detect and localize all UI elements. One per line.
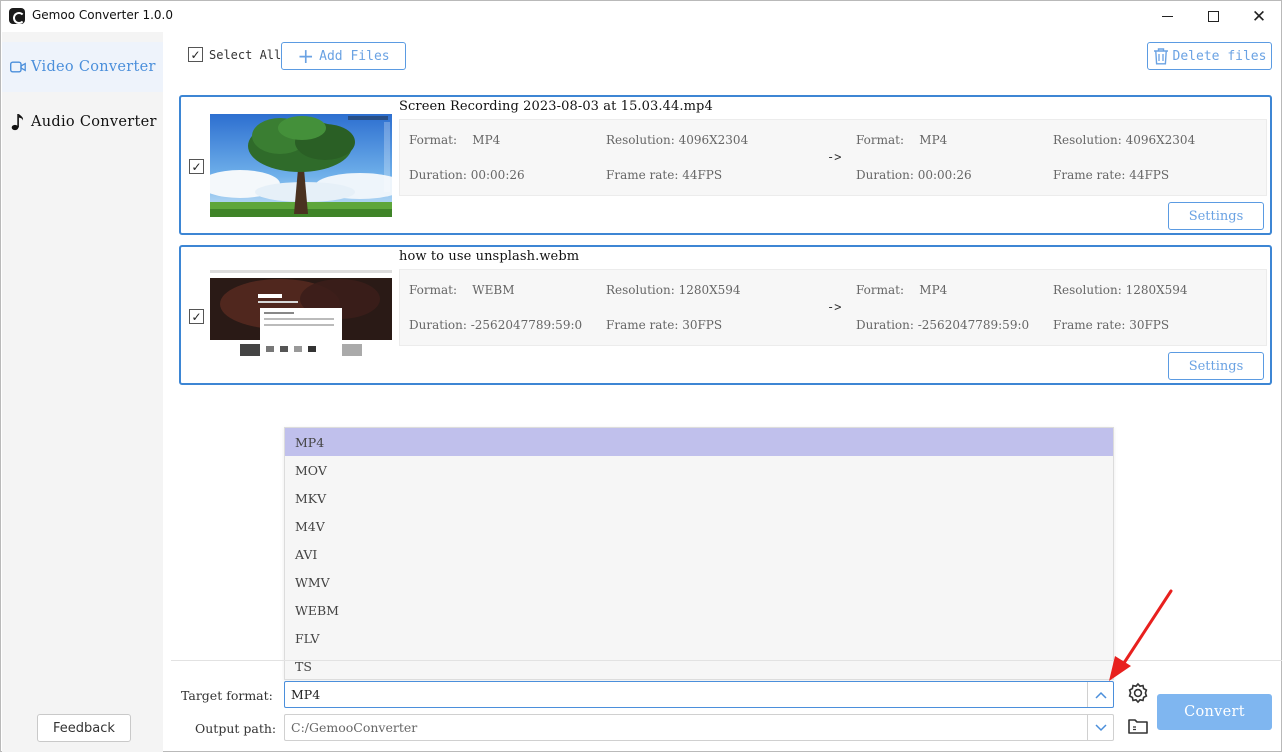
delete-files-label: Delete files bbox=[1172, 48, 1267, 64]
output-path-select[interactable]: C:/GemooConverter bbox=[284, 714, 1114, 741]
dropdown-option-flv[interactable]: FLV bbox=[285, 624, 1113, 652]
file-name: how to use unsplash.webm bbox=[399, 249, 580, 264]
app-window: Gemoo Converter 1.0.0 ✕ Video Converter … bbox=[0, 0, 1282, 752]
close-button[interactable]: ✕ bbox=[1236, 1, 1282, 32]
sidebar-item-label: Audio Converter bbox=[31, 114, 157, 130]
app-title: Gemoo Converter 1.0.0 bbox=[32, 8, 173, 22]
sidebar-item-audio-converter[interactable]: Audio Converter bbox=[2, 97, 163, 147]
open-folder-button[interactable] bbox=[1125, 715, 1151, 741]
feedback-button[interactable]: Feedback bbox=[37, 714, 131, 742]
target-duration: Duration: -2562047789:59:0 bbox=[856, 318, 1030, 332]
sidebar-item-label: Video Converter bbox=[31, 59, 156, 75]
maximize-icon bbox=[1207, 11, 1219, 22]
delete-files-button[interactable]: Delete files bbox=[1147, 42, 1272, 70]
source-format: Format: WEBM bbox=[409, 283, 515, 297]
select-all-checkbox[interactable]: ✓ Select All bbox=[188, 47, 281, 62]
format-dropdown-list: MP4 MOV MKV M4V AVI WMV WEBM FLV TS bbox=[284, 427, 1114, 680]
video-camera-icon bbox=[10, 59, 26, 75]
dropdown-option-ts[interactable]: TS bbox=[285, 652, 1113, 680]
target-format-value: MP4 bbox=[291, 687, 321, 702]
convert-button[interactable]: Convert bbox=[1157, 694, 1272, 730]
target-format-select[interactable]: MP4 bbox=[284, 681, 1114, 708]
file-info-panel: Format: MP4 Resolution: 4096X2304 Durati… bbox=[399, 119, 1267, 196]
source-resolution: Resolution: 4096X2304 bbox=[606, 133, 749, 147]
minimize-button[interactable] bbox=[1144, 1, 1190, 32]
file-info-panel: Format: WEBM Resolution: 1280X594 Durati… bbox=[399, 269, 1267, 346]
close-icon: ✕ bbox=[1251, 6, 1267, 27]
file-card: ✓ Screen Recording 2023-08-03 at 15.03.4… bbox=[179, 95, 1272, 235]
dropdown-option-wmv[interactable]: WMV bbox=[285, 568, 1113, 596]
source-frame-rate: Frame rate: 44FPS bbox=[606, 168, 723, 182]
dropdown-option-mov[interactable]: MOV bbox=[285, 456, 1113, 484]
target-duration: Duration: 00:00:26 bbox=[856, 168, 972, 182]
dropdown-option-m4v[interactable]: M4V bbox=[285, 512, 1113, 540]
conversion-arrow: -> bbox=[827, 300, 842, 314]
maximize-button[interactable] bbox=[1190, 1, 1236, 32]
target-frame-rate: Frame rate: 30FPS bbox=[1053, 318, 1170, 332]
settings-button[interactable]: Settings bbox=[1168, 352, 1264, 380]
dropdown-option-mp4[interactable]: MP4 bbox=[285, 428, 1113, 456]
source-duration: Duration: -2562047789:59:0 bbox=[409, 318, 583, 332]
dropdown-option-webm[interactable]: WEBM bbox=[285, 596, 1113, 624]
chevron-down-icon[interactable] bbox=[1087, 715, 1113, 740]
video-thumbnail bbox=[210, 114, 392, 217]
target-format-label: Target format: bbox=[181, 688, 273, 703]
plus-icon: + bbox=[297, 44, 315, 68]
app-logo-icon bbox=[9, 8, 25, 24]
conversion-arrow: -> bbox=[827, 150, 842, 164]
target-resolution: Resolution: 4096X2304 bbox=[1053, 133, 1196, 147]
folder-icon bbox=[1127, 716, 1149, 740]
trash-icon bbox=[1153, 47, 1169, 65]
file-card: ✓ how to use unsplash.webm Format: WEBM … bbox=[179, 245, 1272, 385]
sidebar-item-video-converter[interactable]: Video Converter bbox=[2, 42, 163, 92]
select-all-label: Select All bbox=[209, 47, 282, 62]
settings-button[interactable]: Settings bbox=[1168, 202, 1264, 230]
title-bar: Gemoo Converter 1.0.0 ✕ bbox=[1, 1, 1281, 32]
dropdown-option-mkv[interactable]: MKV bbox=[285, 484, 1113, 512]
file-checkbox[interactable]: ✓ bbox=[189, 309, 204, 324]
output-path-value: C:/GemooConverter bbox=[291, 720, 418, 735]
target-format: Format: MP4 bbox=[856, 133, 948, 147]
source-duration: Duration: 00:00:26 bbox=[409, 168, 525, 182]
add-files-button[interactable]: + Add Files bbox=[281, 42, 406, 70]
source-resolution: Resolution: 1280X594 bbox=[606, 283, 741, 297]
target-resolution: Resolution: 1280X594 bbox=[1053, 283, 1188, 297]
minimize-icon bbox=[1161, 16, 1173, 17]
source-frame-rate: Frame rate: 30FPS bbox=[606, 318, 723, 332]
video-thumbnail bbox=[210, 264, 392, 367]
source-format: Format: MP4 bbox=[409, 133, 501, 147]
add-files-label: Add Files bbox=[319, 48, 390, 64]
target-frame-rate: Frame rate: 44FPS bbox=[1053, 168, 1170, 182]
music-note-icon bbox=[10, 114, 26, 131]
checkmark-icon: ✓ bbox=[188, 47, 203, 62]
target-format: Format: MP4 bbox=[856, 283, 948, 297]
sidebar: Video Converter Audio Converter Feedback bbox=[2, 32, 163, 752]
output-path-label: Output path: bbox=[195, 721, 277, 736]
file-checkbox[interactable]: ✓ bbox=[189, 159, 204, 174]
dropdown-option-avi[interactable]: AVI bbox=[285, 540, 1113, 568]
annotation-arrow-icon bbox=[1101, 586, 1181, 690]
file-name: Screen Recording 2023-08-03 at 15.03.44.… bbox=[399, 99, 713, 114]
